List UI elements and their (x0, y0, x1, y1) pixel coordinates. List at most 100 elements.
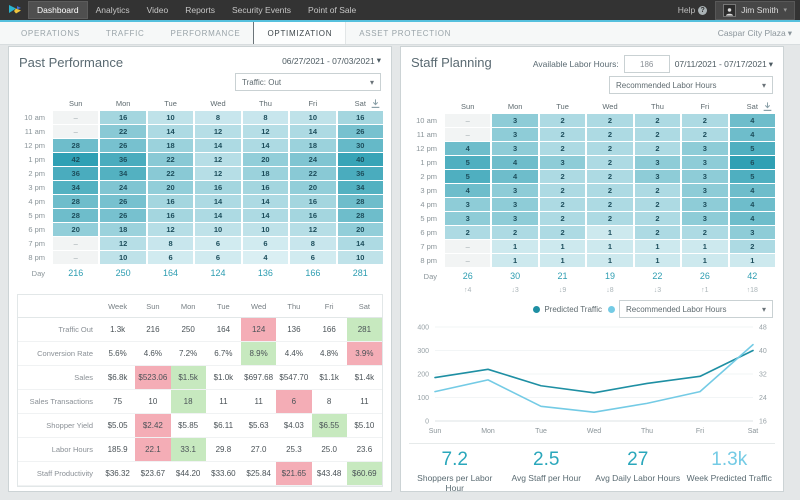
tab-optimization[interactable]: OPTIMIZATION (253, 22, 346, 44)
tab-operations[interactable]: OPERATIONS (8, 22, 93, 44)
kpi-shoppers-per-labor-hour: 7.2Shoppers per Labor Hour (409, 449, 501, 493)
heatmap-day-total: 19 (587, 268, 632, 285)
top-nav-analytics[interactable]: Analytics (88, 2, 138, 18)
heatmap-day-total: 30 (492, 268, 537, 285)
heatmap-day-header: Sun (445, 100, 490, 113)
legend-series-select[interactable]: Recommended Labor Hours (619, 300, 773, 318)
table-cell: 250 (171, 318, 206, 342)
heatmap-day-total: 281 (338, 265, 383, 282)
heatmap-cell: 30 (338, 139, 383, 152)
heatmap-day-header: Fri (290, 97, 335, 110)
heatmap-cell: – (53, 251, 98, 264)
svg-text:200: 200 (417, 372, 429, 379)
heatmap-hour-label: 1 pm (17, 153, 51, 166)
heatmap-day-total: 124 (195, 265, 240, 282)
heatmap-day-header: Fri (682, 100, 727, 113)
heatmap-day-total: 250 (100, 265, 145, 282)
heatmap-cell: 3 (682, 170, 727, 183)
heatmap-cell: 2 (635, 212, 680, 225)
heatmap-cell: 22 (148, 153, 193, 166)
table-cell: $36.32 (100, 462, 135, 486)
table-cell: 281 (347, 318, 382, 342)
past-performance-title: Past Performance (19, 55, 123, 70)
heatmap-cell: 6 (730, 156, 775, 169)
tab-asset-protection[interactable]: ASSET PROTECTION (346, 22, 464, 44)
planning-metric-select[interactable]: Recommended Labor Hours (609, 76, 773, 94)
heatmap-cell: 24 (290, 153, 335, 166)
heatmap-day-total: 26 (445, 268, 490, 285)
available-labor-hours-input[interactable] (624, 55, 670, 73)
table-cell: $1.1k (312, 366, 347, 390)
heatmap-cell: 8 (243, 111, 288, 124)
heatmap-cell: 10 (338, 251, 383, 264)
heatmap-cell: 14 (243, 139, 288, 152)
kpi-label: Week Predicted Traffic (684, 473, 776, 483)
top-nav-video[interactable]: Video (139, 2, 177, 18)
download-icon[interactable] (760, 100, 774, 112)
heatmap-cell: 2 (587, 114, 632, 127)
heatmap-cell: 14 (243, 209, 288, 222)
heatmap-day-header: Thu (243, 97, 288, 110)
past-performance-date-range[interactable]: 06/27/2021 - 07/03/2021 (282, 55, 381, 66)
heatmap-hour-label: 12 pm (17, 139, 51, 152)
heatmap-cell: 1 (492, 254, 537, 267)
heatmap-cell: 3 (682, 184, 727, 197)
heatmap-cell: 16 (338, 111, 383, 124)
table-cell: 4.6% (135, 342, 170, 366)
heatmap-cell: 20 (243, 153, 288, 166)
location-selector[interactable]: Caspar City Plaza (718, 22, 792, 44)
svg-text:48: 48 (759, 325, 767, 332)
heatmap-cell: 2 (587, 198, 632, 211)
top-nav-dashboard[interactable]: Dashboard (29, 2, 87, 18)
heatmap-cell: 2 (635, 128, 680, 141)
table-cell: $523.06 (135, 366, 170, 390)
heatmap-cell: 14 (290, 125, 335, 138)
heatmap-cell: 3 (492, 128, 537, 141)
user-menu[interactable]: Jim Smith (716, 2, 794, 19)
top-nav-security-events[interactable]: Security Events (224, 2, 299, 18)
top-nav-point-of-sale[interactable]: Point of Sale (300, 2, 364, 18)
heatmap-cell: 42 (53, 153, 98, 166)
heatmap-hour-label: 4 pm (17, 195, 51, 208)
heatmap-cell: 2 (587, 212, 632, 225)
heatmap-cell: 1 (587, 240, 632, 253)
kpi-label: Shoppers per Labor Hour (409, 473, 501, 493)
table-row-label: Sales (18, 366, 100, 390)
heatmap-cell: 3 (445, 198, 490, 211)
heatmap-cell: – (445, 240, 490, 253)
kpi-row: 7.2Shoppers per Labor Hour2.5Avg Staff p… (409, 443, 775, 493)
heatmap-day-delta: ↑1 (682, 286, 727, 296)
heatmap-cell: 14 (243, 195, 288, 208)
svg-text:40: 40 (759, 348, 767, 355)
heatmap-cell: 4 (730, 128, 775, 141)
tab-traffic[interactable]: TRAFFIC (93, 22, 158, 44)
heatmap-cell: 22 (290, 167, 335, 180)
heatmap-cell: 34 (53, 181, 98, 194)
heatmap-cell: 2 (635, 198, 680, 211)
heatmap-day-total: 136 (243, 265, 288, 282)
heatmap-cell: 3 (540, 156, 585, 169)
heatmap-cell: 12 (290, 223, 335, 236)
heatmap-day-delta: ↑4 (445, 286, 490, 296)
heatmap-cell: 2 (587, 128, 632, 141)
table-cell: $6.8k (100, 366, 135, 390)
table-cell: 25.3 (276, 438, 311, 462)
table-cell: 185.9 (100, 438, 135, 462)
heatmap-day-header: Wed (587, 100, 632, 113)
top-nav-reports[interactable]: Reports (177, 2, 223, 18)
heatmap-day-delta: ↓3 (492, 286, 537, 296)
table-cell: 8.9% (241, 342, 276, 366)
svg-text:300: 300 (417, 348, 429, 355)
table-cell: 11 (347, 390, 382, 414)
heatmap-cell: 2 (540, 212, 585, 225)
tab-performance[interactable]: PERFORMANCE (158, 22, 254, 44)
help-button[interactable]: Help ? (678, 5, 707, 15)
download-icon[interactable] (368, 97, 382, 109)
heatmap-cell: – (53, 111, 98, 124)
legend-predicted-traffic: Predicted Traffic (533, 305, 602, 314)
metric-select[interactable]: Traffic: Out (235, 73, 381, 91)
heatmap-hour-label: 2 pm (409, 170, 443, 183)
table-cell: 124 (241, 318, 276, 342)
heatmap-cell: 2 (540, 128, 585, 141)
staff-planning-date-range[interactable]: 07/11/2021 - 07/17/2021 (675, 59, 773, 70)
